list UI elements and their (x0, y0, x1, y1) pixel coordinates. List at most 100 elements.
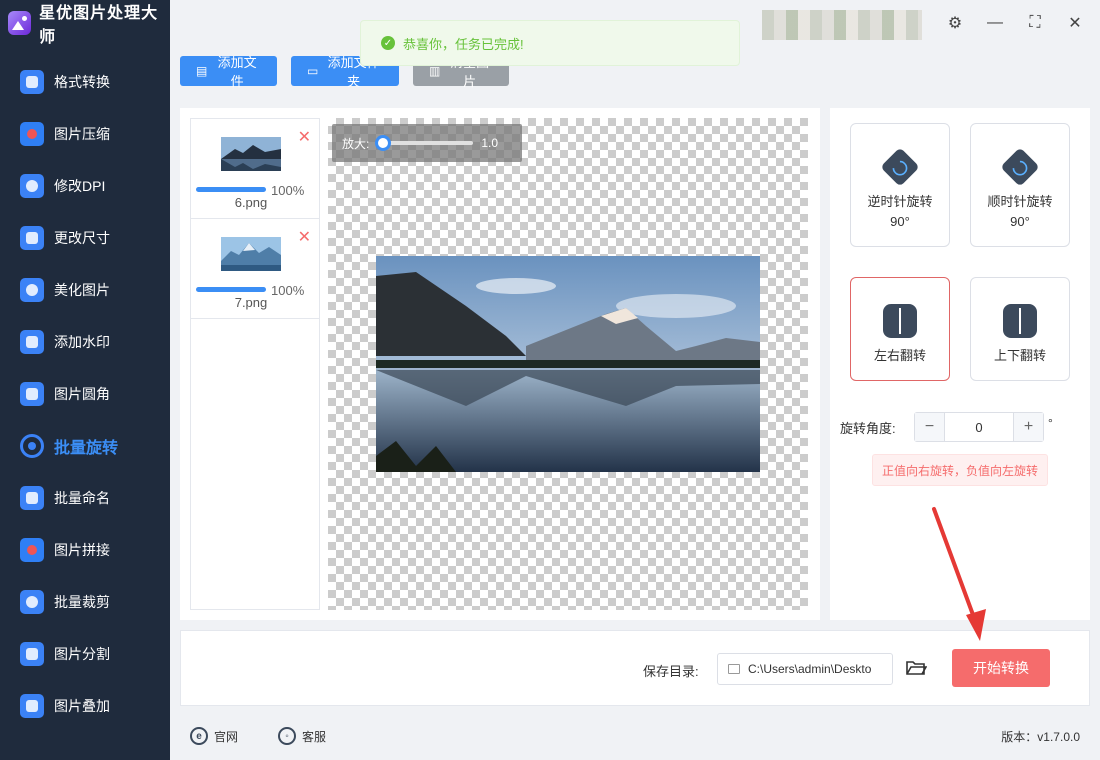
file-progress-bar (196, 287, 266, 292)
avatar[interactable] (762, 10, 922, 40)
open-folder-icon[interactable] (905, 658, 928, 678)
sidebar-item-watermark[interactable]: 添加水印 (0, 316, 170, 368)
success-toast: ✓ 恭喜你，任务已完成! (360, 20, 740, 66)
image-compress-icon (20, 122, 44, 146)
sidebar-item-overlay[interactable]: 图片叠加 (0, 680, 170, 732)
overlay-icon (20, 694, 44, 718)
minimize-icon[interactable]: — (986, 12, 1004, 34)
chat-icon: ◦ (278, 727, 297, 745)
zoom-control: 放大: 1.0 (332, 124, 522, 162)
save-dir-value: C:\Users\admin\Deskto (748, 662, 872, 676)
resize-icon (20, 226, 44, 250)
degree-symbol: ° (1048, 416, 1053, 430)
app-title: 星优图片处理大师 (39, 5, 159, 46)
rotate-hint: 正值向右旋转，负值向左旋转 (872, 454, 1048, 486)
save-dir-input[interactable]: C:\Users\admin\Deskto (717, 653, 893, 685)
rotate-cw-button[interactable]: 顺时针旋转90° (970, 123, 1070, 247)
sidebar-item-image-compress[interactable]: 图片压缩 (0, 108, 170, 160)
website-label: 官网 (214, 729, 239, 744)
sidebar-item-label: 图片分割 (54, 646, 110, 662)
flip-vertical-label: 上下翻转 (993, 348, 1046, 363)
footer: e 官网 ◦ 客服 版本：v1.7.0.0 (180, 716, 1090, 756)
zoom-slider-handle[interactable] (375, 135, 392, 151)
sidebar-item-label: 美化图片 (54, 282, 110, 298)
settings-icon[interactable]: ⚙ (946, 12, 964, 34)
start-convert-button[interactable]: 开始转换 (952, 649, 1050, 687)
sidebar-item-label: 修改DPI (54, 178, 106, 194)
sidebar-item-batch-rotate[interactable]: 批量旋转 (0, 420, 170, 472)
zoom-label: 放大: (342, 136, 370, 151)
splice-icon (20, 538, 44, 562)
sidebar-item-label: 更改尺寸 (54, 230, 110, 246)
window-controls: ⚙ — ⛶ ✕ (946, 12, 1084, 34)
sidebar-item-batch-crop[interactable]: 批量裁剪 (0, 576, 170, 628)
toast-message: 恭喜你，任务已完成! (403, 36, 524, 52)
flip-horizontal-icon (883, 304, 917, 338)
maximize-icon[interactable]: ⛶ (1026, 12, 1044, 34)
remove-file-icon[interactable]: ✕ (298, 227, 311, 247)
sidebar-item-batch-rename[interactable]: 批量命名 (0, 472, 170, 524)
file-icon: ▤ (196, 64, 208, 78)
folder-icon (728, 664, 740, 674)
file-name: 7.png (234, 295, 268, 310)
flip-horizontal-button[interactable]: 左右翻转 (850, 277, 950, 381)
rotate-ccw-label: 逆时针旋转90° (867, 194, 933, 229)
website-link[interactable]: e 官网 (190, 727, 238, 745)
sidebar-item-splice[interactable]: 图片拼接 (0, 524, 170, 576)
rename-icon (20, 486, 44, 510)
rounded-corner-icon (20, 382, 44, 406)
app-logo-icon (8, 11, 32, 35)
version-text: 版本：v1.7.0.0 (1001, 729, 1080, 744)
trash-icon: ▥ (429, 64, 441, 78)
file-progress-bar (196, 187, 266, 192)
sidebar-item-format-convert[interactable]: 格式转换 (0, 56, 170, 108)
rotate-cw-label: 顺时针旋转90° (987, 194, 1053, 229)
rotate-angle-input[interactable]: 0 (945, 420, 1013, 435)
sidebar-item-label: 图片叠加 (54, 698, 110, 714)
sidebar-item-label: 批量旋转 (54, 440, 119, 457)
zoom-slider[interactable] (375, 135, 474, 151)
rotate-icon (20, 434, 44, 458)
close-icon[interactable]: ✕ (1066, 12, 1084, 34)
flip-vertical-icon (1003, 304, 1037, 338)
red-arrow-annotation (932, 507, 986, 641)
preview-image (376, 256, 760, 472)
decrease-angle-button[interactable]: − (915, 413, 945, 441)
sidebar-item-split[interactable]: 图片分割 (0, 628, 170, 680)
sidebar-item-label: 格式转换 (54, 74, 110, 90)
remove-file-icon[interactable]: ✕ (298, 127, 311, 147)
list-item[interactable]: ✕ 100% 6.png (191, 119, 319, 219)
brand: 星优图片处理大师 (0, 0, 170, 46)
sidebar-item-label: 图片压缩 (54, 126, 110, 142)
image-convert-icon (20, 70, 44, 94)
flip-horizontal-label: 左右翻转 (873, 348, 926, 363)
sidebar: 星优图片处理大师 格式转换 图片压缩 修改DPI 更改尺寸 美化图片 添加水印 (0, 0, 170, 760)
file-name: 6.png (234, 195, 268, 210)
add-file-label: 添加文件 (217, 55, 257, 89)
sidebar-item-label: 添加水印 (54, 334, 110, 350)
sidebar-item-label: 图片圆角 (54, 386, 110, 402)
file-list: ✕ 100% 6.png ✕ 100% 7.png (190, 118, 320, 610)
sidebar-item-resize[interactable]: 更改尺寸 (0, 212, 170, 264)
sidebar-nav: 格式转换 图片压缩 修改DPI 更改尺寸 美化图片 添加水印 图片圆角 批量旋转… (0, 56, 170, 732)
folder-icon: ▭ (307, 64, 319, 78)
rotate-ccw-button[interactable]: 逆时针旋转90° (850, 123, 950, 247)
sidebar-item-label: 图片拼接 (54, 542, 110, 558)
sidebar-item-label: 批量命名 (54, 490, 110, 506)
split-icon (20, 642, 44, 666)
file-thumbnail (221, 237, 281, 271)
sidebar-item-rounded-corner[interactable]: 图片圆角 (0, 368, 170, 420)
add-file-button[interactable]: ▤ 添加文件 (180, 55, 277, 89)
file-thumbnail (221, 137, 281, 171)
increase-angle-button[interactable]: + (1013, 413, 1043, 441)
list-item[interactable]: ✕ 100% 7.png (191, 219, 319, 319)
dpi-icon (20, 174, 44, 198)
beautify-icon (20, 278, 44, 302)
sidebar-item-dpi[interactable]: 修改DPI (0, 160, 170, 212)
sidebar-item-beautify[interactable]: 美化图片 (0, 264, 170, 316)
save-dir-label: 保存目录: (643, 664, 699, 679)
watermark-icon (20, 330, 44, 354)
service-link[interactable]: ◦ 客服 (278, 727, 326, 745)
service-label: 客服 (302, 729, 327, 744)
flip-vertical-button[interactable]: 上下翻转 (970, 277, 1070, 381)
